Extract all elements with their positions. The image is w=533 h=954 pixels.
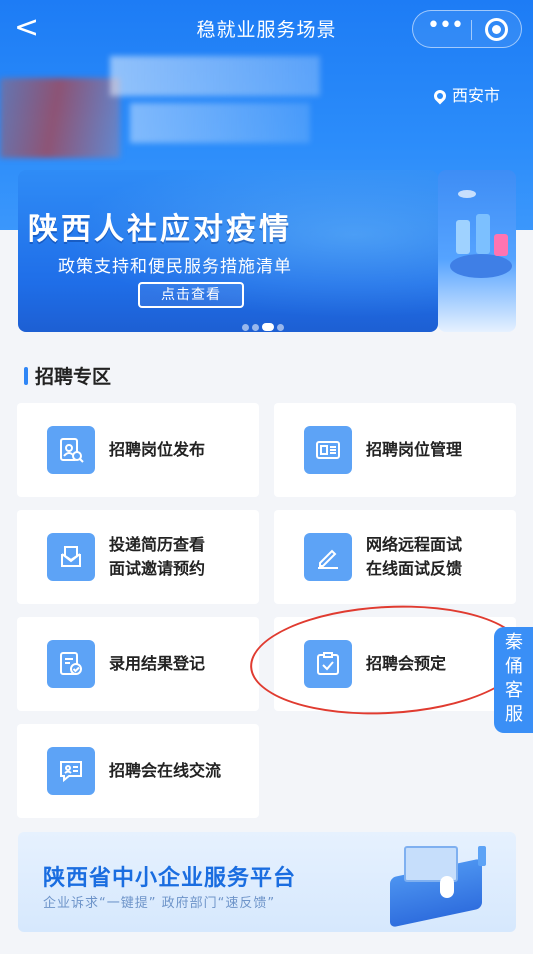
mini-program-capsule: ••• xyxy=(412,10,522,48)
carousel-dot[interactable] xyxy=(252,324,259,331)
card-label: 招聘岗位管理 xyxy=(366,440,463,459)
card-hiring-result[interactable]: 录用结果登记 xyxy=(17,617,259,711)
card-label: 录用结果登记 xyxy=(109,654,206,673)
banner-subtitle: 政策支持和便民服务措施清单 xyxy=(58,257,292,277)
side-tab-char: 俑 xyxy=(505,656,523,677)
carousel-indicator xyxy=(242,316,287,331)
card-label: 招聘会在线交流 xyxy=(109,761,222,780)
side-tab-char: 客 xyxy=(505,680,523,701)
promo-title: 陕西省中小企业服务平台 xyxy=(43,866,297,891)
carousel-dot[interactable] xyxy=(242,324,249,331)
banner-next-slide[interactable] xyxy=(438,170,516,332)
resume-search-icon xyxy=(47,426,95,474)
location-pin-icon xyxy=(431,87,449,105)
card-job-manage[interactable]: 招聘岗位管理 xyxy=(274,403,516,497)
customer-service-tab[interactable]: 秦 俑 客 服 xyxy=(494,627,533,733)
card-label: 招聘岗位发布 xyxy=(109,440,206,459)
location-selector[interactable]: 西安市 xyxy=(431,82,500,106)
close-target-icon[interactable] xyxy=(485,18,508,41)
carousel-dot[interactable] xyxy=(277,324,284,331)
card-job-fair-chat[interactable]: 招聘会在线交流 xyxy=(17,724,259,818)
view-button[interactable]: 点击查看 xyxy=(138,282,244,308)
card-label: 网络远程面试 在线面试反馈 xyxy=(366,535,463,578)
more-dots-icon[interactable]: ••• xyxy=(425,15,465,41)
banner-carousel[interactable]: 陕西人社应对疫情 政策支持和便民服务措施清单 点击查看 xyxy=(18,170,438,332)
chat-icon xyxy=(47,747,95,795)
section-title: 招聘专区 xyxy=(24,362,111,390)
side-tab-char: 秦 xyxy=(505,632,523,653)
pencil-icon xyxy=(304,533,352,581)
side-tab-char: 服 xyxy=(505,704,523,725)
banner-headline: 陕西人社应对疫情 xyxy=(28,212,292,247)
card-job-publish[interactable]: 招聘岗位发布 xyxy=(17,403,259,497)
id-card-icon xyxy=(304,426,352,474)
blurred-user-info xyxy=(0,48,330,166)
card-resume-interview[interactable]: 投递简历查看 面试邀请预约 xyxy=(17,510,259,604)
card-remote-interview[interactable]: 网络远程面试 在线面试反馈 xyxy=(274,510,516,604)
carousel-dot[interactable] xyxy=(262,323,274,331)
promo-subtitle: 企业诉求“一键提” 政府部门“速反馈” xyxy=(43,896,276,911)
card-label: 投递简历查看 面试邀请预约 xyxy=(109,535,206,578)
sme-platform-banner[interactable]: 陕西省中小企业服务平台 企业诉求“一键提” 政府部门“速反馈” xyxy=(18,832,516,932)
capsule-divider xyxy=(471,20,472,40)
envelope-icon xyxy=(47,533,95,581)
location-label: 西安市 xyxy=(451,86,500,105)
document-check-icon xyxy=(47,640,95,688)
